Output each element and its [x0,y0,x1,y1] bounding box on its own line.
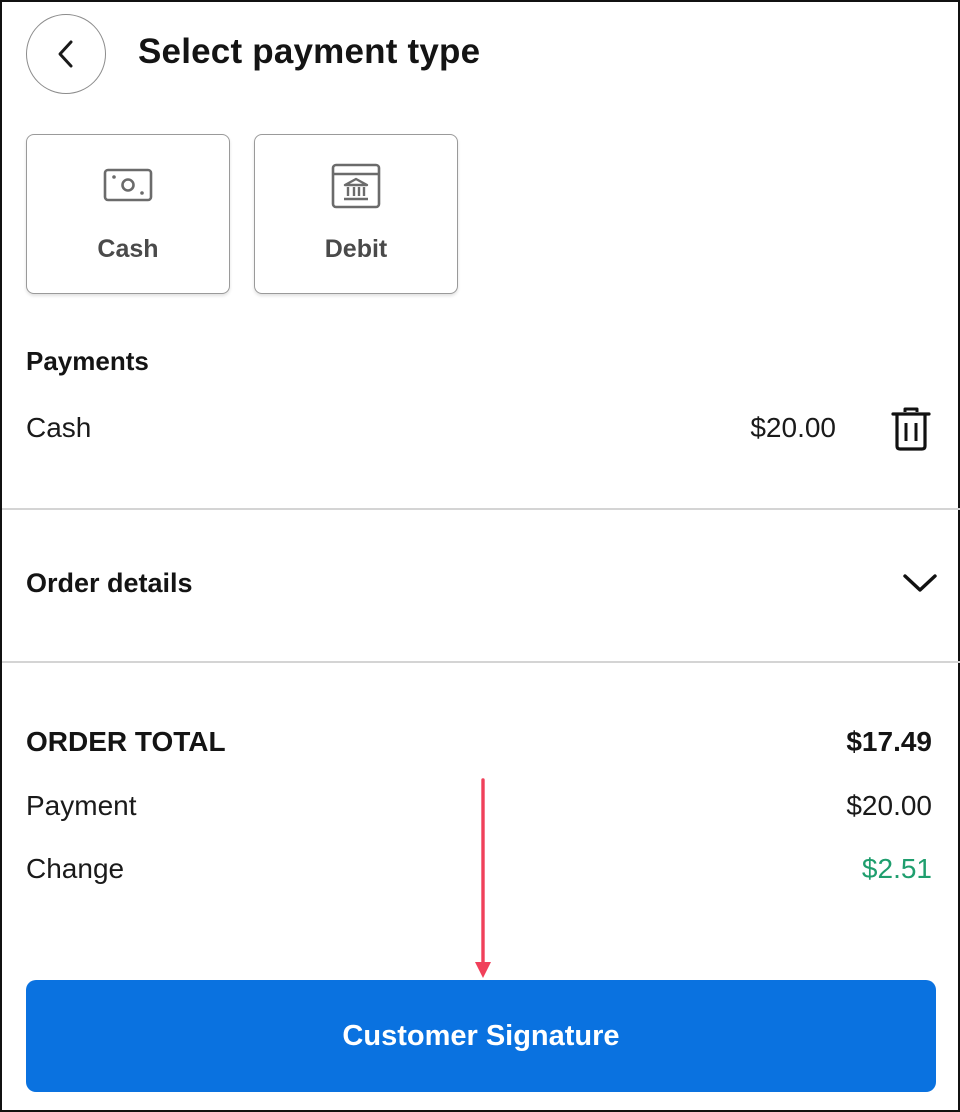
order-total-label: ORDER TOTAL [26,726,226,757]
back-button[interactable] [26,14,106,94]
order-total-value: $17.49 [846,726,932,757]
trash-icon [891,407,931,451]
debit-type-label: Debit [324,235,388,263]
chevron-down-icon [903,574,937,592]
bank-icon [331,163,381,209]
section-divider [2,661,960,663]
cash-icon [103,168,153,202]
customer-signature-button[interactable]: Customer Signature [26,980,936,1092]
debit-type-button[interactable]: Debit [254,134,458,294]
annotation-arrow-icon [475,778,491,978]
order-details-title: Order details [26,568,193,598]
order-details-toggle[interactable]: Order details [2,510,960,662]
cash-type-button[interactable]: Cash [26,134,230,294]
change-value: $2.51 [861,853,932,884]
page-title: Select payment type [138,32,481,71]
delete-payment-button[interactable] [890,406,932,457]
payment-summary-value: $20.00 [846,790,932,821]
payment-item-name: Cash [26,412,92,443]
chevron-left-icon [58,40,73,68]
app-frame: Select payment type Cash Debit Payments … [0,0,960,1112]
payments-section-title: Payments [26,346,149,376]
change-label: Change [26,853,125,884]
payment-summary-label: Payment [26,790,137,821]
cash-type-label: Cash [97,235,159,263]
payment-item-amount: $20.00 [750,412,836,443]
